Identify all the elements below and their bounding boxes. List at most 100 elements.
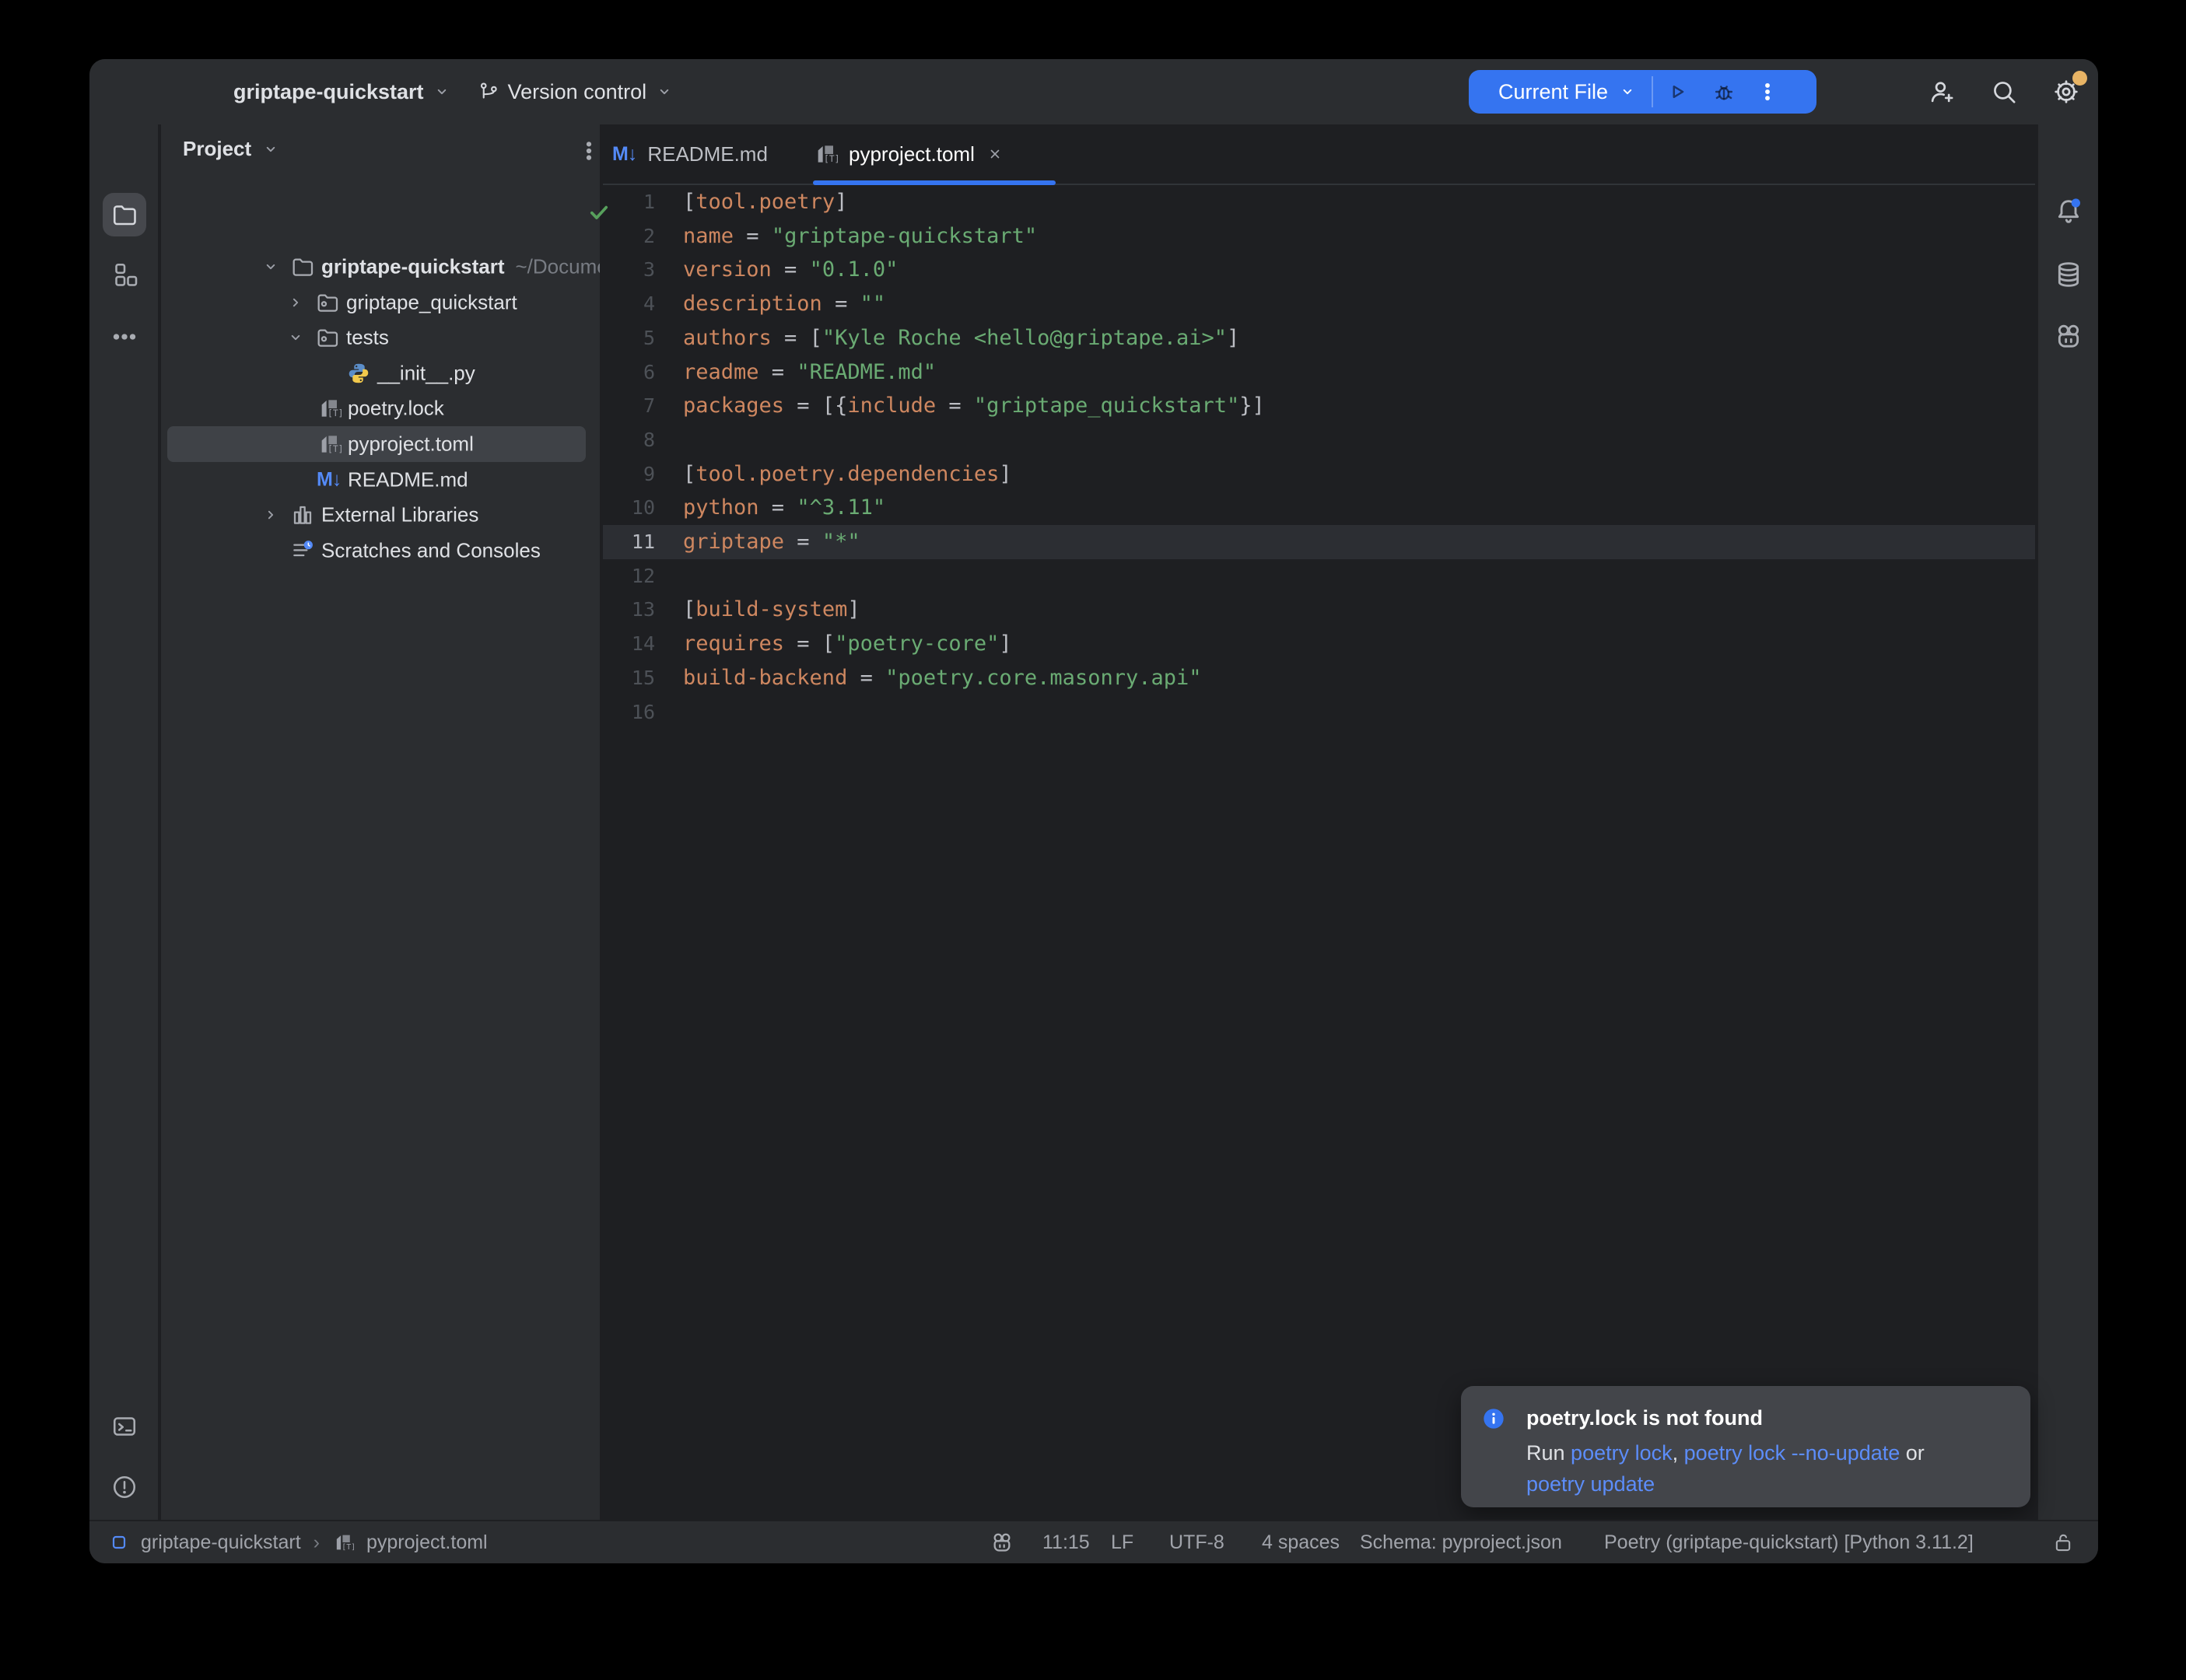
project-panel-title: Project — [183, 137, 251, 161]
notification-title: poetry.lock is not found — [1526, 1406, 1763, 1430]
editor[interactable]: 1[tool.poetry]2 name = "griptape-quicksta… — [603, 185, 2035, 1520]
vcs-label: Version control — [508, 80, 647, 104]
notification-link[interactable]: poetry update — [1526, 1472, 1655, 1496]
code-line-9[interactable]: 9[tool.poetry.dependencies] — [603, 457, 2035, 492]
code-line-16[interactable]: 16 — [603, 695, 2035, 730]
project-panel-header[interactable]: Project — [183, 137, 281, 161]
notification-balloon: poetry.lock is not found Run poetry lock… — [1461, 1386, 2030, 1507]
code-line-1[interactable]: 1[tool.poetry] — [603, 185, 2035, 219]
lock-status-icon[interactable] — [2051, 1521, 2075, 1563]
settings-badge — [2072, 71, 2087, 86]
more-tool-windows-icon — [110, 323, 138, 351]
structure-button[interactable] — [103, 253, 146, 296]
libraries-icon — [290, 502, 315, 527]
status-caret-position[interactable]: 11:15 — [1042, 1521, 1090, 1563]
ai-assistant-icon — [2053, 320, 2084, 352]
tree-item-griptape-quickstart[interactable]: griptape-quickstart~/Docume — [161, 249, 600, 285]
breadcrumb-file[interactable]: pyproject.toml — [366, 1531, 488, 1554]
notification-text: Run — [1526, 1441, 1571, 1465]
notification-text: , — [1673, 1441, 1684, 1465]
notifications-bell-button[interactable] — [2047, 190, 2090, 233]
tree-item-griptape-quickstart[interactable]: griptape_quickstart — [161, 285, 600, 320]
line-number: 13 — [603, 593, 655, 627]
project-switcher[interactable]: griptape-quickstart — [233, 80, 452, 104]
code-line-13[interactable]: 13 [build-system] — [603, 593, 2035, 627]
chevron-right-icon[interactable] — [286, 292, 306, 313]
line-number: 4 — [603, 287, 655, 321]
markdown-icon: M↓ — [317, 468, 341, 491]
code-text: build-backend = "poetry.core.masonry.api… — [683, 661, 1202, 695]
chevron-right-icon: › — [314, 1531, 320, 1554]
more-tool-windows-button[interactable] — [103, 315, 146, 359]
tree-item--init-py[interactable]: __init__.py — [161, 355, 600, 391]
tree-item-poetry-lock[interactable]: [T]poetry.lock — [161, 390, 600, 426]
code-line-12[interactable]: 12 — [603, 559, 2035, 593]
toml-icon: [T] — [813, 142, 838, 166]
notifications-bell-icon — [2053, 196, 2084, 227]
line-number: 15 — [603, 661, 655, 695]
code-text: authors = ["Kyle Roche <hello@griptape.a… — [683, 321, 1239, 355]
code-line-15[interactable]: 15 build-backend = "poetry.core.masonry.a… — [603, 661, 2035, 695]
settings-gear-icon[interactable] — [2051, 77, 2081, 107]
code-line-8[interactable]: 8 — [603, 423, 2035, 457]
code-text: [tool.poetry] — [683, 185, 847, 219]
code-line-14[interactable]: 14requires = ["poetry-core"] — [603, 627, 2035, 661]
editor-zone: M↓README.md[T]pyproject.toml 1[tool.poet… — [603, 124, 2035, 1520]
tree-item-scratches-and-consoles[interactable]: Scratches and Consoles — [161, 533, 600, 569]
code-line-7[interactable]: 7packages = [{include = "griptape_quicks… — [603, 389, 2035, 423]
tree-item-path: ~/Docume — [516, 255, 602, 279]
chevron-down-icon[interactable] — [286, 327, 306, 348]
more-run-options-button[interactable] — [1756, 80, 1779, 103]
terminal-button[interactable] — [103, 1405, 146, 1448]
code-text: name = "griptape-quickstart" — [683, 219, 1037, 254]
tree-item-readme-md[interactable]: M↓ README.md — [161, 462, 600, 498]
add-user-icon[interactable] — [1927, 77, 1957, 107]
module-icon — [110, 1533, 128, 1552]
code-line-6[interactable]: 6readme = "README.md" — [603, 355, 2035, 390]
chevron-down-icon — [261, 139, 281, 159]
project-name: griptape-quickstart — [233, 80, 424, 104]
breadcrumb-project[interactable]: griptape-quickstart — [141, 1531, 301, 1554]
project-folder-button[interactable] — [103, 193, 146, 236]
tree-item-label: griptape_quickstart — [346, 290, 517, 314]
search-icon[interactable] — [1989, 77, 2019, 107]
run-button[interactable] — [1664, 79, 1690, 105]
status-interpreter[interactable]: Poetry (griptape-quickstart) [Python 3.1… — [1604, 1521, 1974, 1563]
tree-item-label: pyproject.toml — [348, 432, 474, 457]
code-line-3[interactable]: 3version = "0.1.0" — [603, 253, 2035, 287]
tab-pyproject-toml[interactable]: [T]pyproject.toml — [813, 124, 1056, 184]
code-line-11[interactable]: 11griptape = "*" — [603, 525, 2035, 559]
breadcrumb: griptape-quickstart › [T] pyproject.toml — [110, 1521, 488, 1563]
status-schema[interactable]: Schema: pyproject.json — [1360, 1521, 1562, 1563]
close-tab-icon[interactable] — [986, 145, 1004, 163]
code-line-2[interactable]: 2 name = "griptape-quickstart" — [603, 219, 2035, 254]
tree-item-pyproject-toml[interactable]: [T]pyproject.toml — [161, 426, 600, 462]
status-indent[interactable]: 4 spaces — [1262, 1521, 1340, 1563]
terminal-icon — [110, 1412, 138, 1440]
problems-button[interactable] — [103, 1465, 146, 1509]
code-line-4[interactable]: 4description = "" — [603, 287, 2035, 321]
database-icon — [2053, 259, 2084, 290]
code-text: requires = ["poetry-core"] — [683, 627, 1012, 661]
tab-readme-md[interactable]: M↓README.md — [612, 124, 799, 184]
notification-link[interactable]: poetry lock --no-update — [1684, 1441, 1900, 1465]
project-tool-window: Project griptape-quickstart~/Docume gript… — [161, 124, 601, 1520]
database-button[interactable] — [2047, 253, 2090, 296]
chevron-down-icon[interactable] — [261, 257, 281, 277]
run-configuration-selector[interactable]: Current File — [1498, 80, 1608, 104]
notification-link[interactable]: poetry lock — [1571, 1441, 1673, 1465]
ai-assistant-button[interactable] — [2047, 314, 2090, 358]
status-encoding[interactable]: UTF-8 — [1169, 1521, 1224, 1563]
tree-item-tests[interactable]: tests — [161, 320, 600, 355]
tree-item-label: README.md — [348, 467, 468, 492]
code-line-10[interactable]: 10python = "^3.11" — [603, 491, 2035, 525]
ai-assistant-status-icon[interactable] — [990, 1521, 1014, 1563]
tree-item-external-libraries[interactable]: External Libraries — [161, 497, 600, 533]
line-number: 2 — [603, 219, 655, 254]
code-text: [build-system] — [683, 593, 860, 627]
vcs-widget[interactable]: Version control — [477, 80, 675, 104]
status-line-separator[interactable]: LF — [1111, 1521, 1133, 1563]
debug-button[interactable] — [1711, 79, 1737, 105]
chevron-right-icon[interactable] — [261, 505, 281, 525]
code-line-5[interactable]: 5authors = ["Kyle Roche <hello@griptape.… — [603, 321, 2035, 355]
